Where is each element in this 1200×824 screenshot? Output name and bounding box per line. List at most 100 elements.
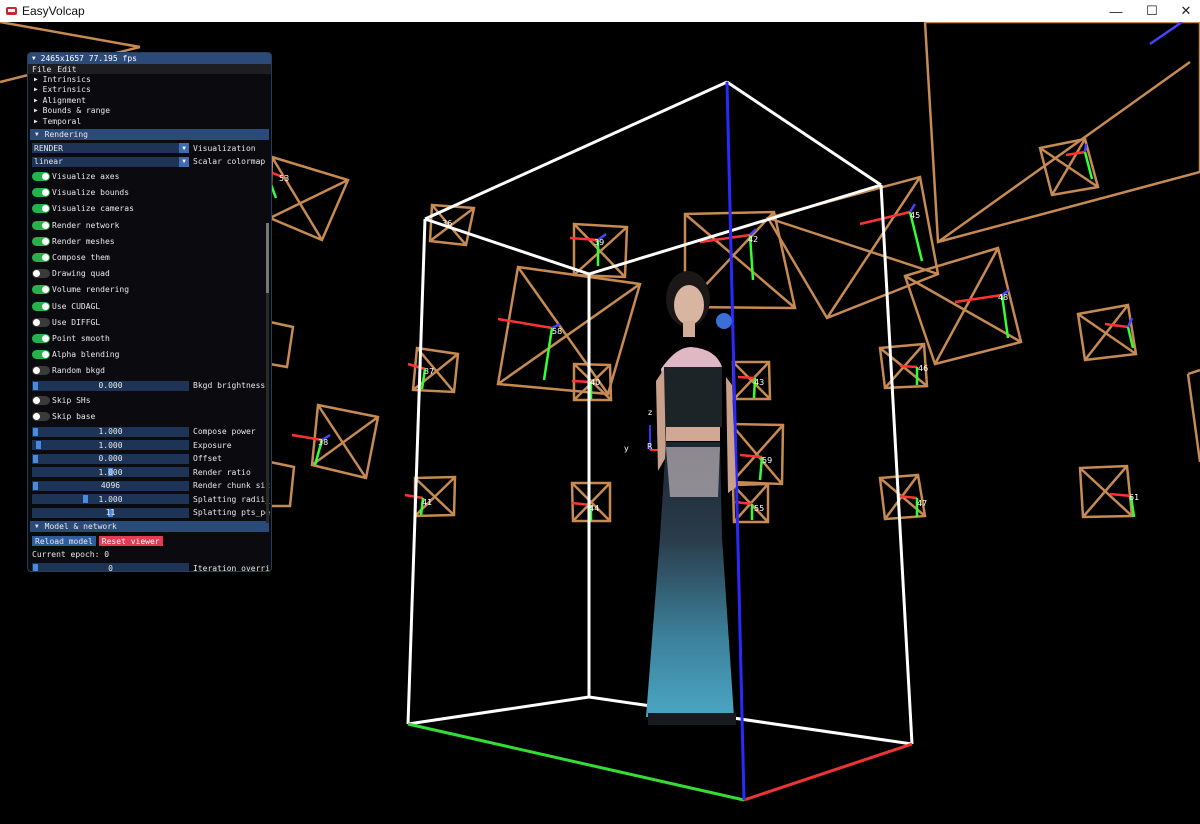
slider-grab[interactable] <box>82 495 88 504</box>
section-rendering[interactable]: ▼ Rendering <box>30 128 269 140</box>
toggle-switch[interactable] <box>32 172 50 182</box>
param-slider[interactable]: 1.000 <box>32 440 189 451</box>
bkgd-brightness-slider[interactable]: 0.000 <box>32 380 189 391</box>
slider-value: 0 <box>108 563 113 572</box>
param-slider[interactable]: 1.000 <box>32 494 189 505</box>
menu-file[interactable]: File <box>32 65 51 74</box>
param-slider[interactable]: 4096 <box>32 480 189 491</box>
rendered-person <box>646 271 736 725</box>
window-title: EasyVolcap <box>22 4 85 18</box>
toggle-row: Volume rendering <box>28 282 271 298</box>
camera-label: 53 <box>279 174 290 183</box>
panel-titlebar[interactable]: ▼ 2465x1657 77.195 fps <box>28 53 271 64</box>
toggle-switch[interactable] <box>32 333 50 343</box>
toggle-switch[interactable] <box>32 366 50 376</box>
slider-grab[interactable] <box>33 454 38 463</box>
toggle-switch[interactable] <box>32 188 50 198</box>
slider-row: 1.000 Compose power <box>28 425 271 439</box>
slider-grab[interactable] <box>33 381 38 390</box>
slider-row: 1.000 Render ratio <box>28 465 271 479</box>
toggle-knob <box>42 173 49 181</box>
toggle-switch[interactable] <box>32 317 50 327</box>
toggle-label: Visualize bounds <box>52 188 130 198</box>
window-titlebar: EasyVolcap — ☐ ✕ <box>0 0 1200 22</box>
toggle-knob <box>33 413 40 421</box>
toggle-switch[interactable] <box>32 412 50 422</box>
app-icon <box>6 7 17 15</box>
toggle-switch[interactable] <box>32 301 50 311</box>
param-slider[interactable]: 1.000 <box>32 467 189 478</box>
tree-item-bounds[interactable]: ▶ Bounds & range <box>28 106 271 117</box>
slider-grab[interactable] <box>36 441 41 450</box>
maximize-button[interactable]: ☐ <box>1134 0 1170 22</box>
slider-grab[interactable] <box>33 427 38 436</box>
visualization-row: RENDER ▼ Visualization <box>28 142 271 156</box>
field-label: Splatting pts_pe <box>193 508 271 518</box>
toggle-knob <box>33 270 40 278</box>
collapse-icon[interactable]: ▼ <box>32 55 36 62</box>
toggle-list: Skip SHs Skip base <box>28 392 271 424</box>
toggle-label: Skip base <box>52 412 96 422</box>
toggle-label: Compose them <box>52 253 110 263</box>
toggle-label: Volume rendering <box>52 285 130 295</box>
control-panel[interactable]: ▼ 2465x1657 77.195 fps File Edit ▶ Intrin… <box>27 52 272 572</box>
menu-edit[interactable]: Edit <box>57 65 76 74</box>
select-value: RENDER <box>34 143 63 153</box>
toggle-switch[interactable] <box>32 285 50 295</box>
param-slider[interactable]: 0.000 <box>32 453 189 464</box>
toggle-label: Random bkgd <box>52 366 105 376</box>
collapse-icon: ▼ <box>35 130 39 138</box>
toggle-switch[interactable] <box>32 236 50 246</box>
slider-row: 4096 Render chunk siz <box>28 479 271 493</box>
visualization-select[interactable]: RENDER ▼ <box>32 143 189 154</box>
tree-item-extrinsics[interactable]: ▶ Extrinsics <box>28 85 271 96</box>
expand-icon: ▶ <box>34 107 38 115</box>
tree-item-temporal[interactable]: ▶ Temporal <box>28 116 271 127</box>
toggle-switch[interactable] <box>32 220 50 230</box>
field-label: Iteration overri <box>193 563 271 572</box>
panel-scrollbar[interactable] <box>266 223 269 523</box>
toggle-row: Alpha blending <box>28 347 271 363</box>
camera-label: 59 <box>762 456 773 465</box>
iteration-slider[interactable]: 0 <box>32 563 189 572</box>
tree-label: Intrinsics <box>42 74 91 84</box>
toggle-switch[interactable] <box>32 350 50 360</box>
toggle-switch[interactable] <box>32 269 50 279</box>
camera-label: 61 <box>1129 493 1140 502</box>
scrollbar-thumb[interactable] <box>266 223 269 293</box>
toggle-row: Use CUDAGL <box>28 298 271 314</box>
section-model-network[interactable]: ▼ Model & network <box>30 521 269 533</box>
camera-label: 39 <box>594 238 605 247</box>
iteration-row: 0 Iteration overri <box>28 561 271 572</box>
toggle-row: Visualize cameras <box>28 201 271 217</box>
toggle-switch[interactable] <box>32 396 50 406</box>
axis-label-z: z <box>648 408 653 417</box>
camera-label: 43 <box>754 378 765 387</box>
slider-grab[interactable] <box>33 481 38 490</box>
slider-value: 0.000 <box>98 381 123 391</box>
close-button[interactable]: ✕ <box>1168 0 1200 22</box>
toggle-switch[interactable] <box>32 253 50 263</box>
colormap-select[interactable]: linear ▼ <box>32 156 189 167</box>
slider-row: 1.000 Exposure <box>28 438 271 452</box>
slider-row: 1.000 Splatting radii_ <box>28 492 271 506</box>
toggle-label: Point smooth <box>52 333 110 343</box>
tree-item-intrinsics[interactable]: ▶ Intrinsics <box>28 74 271 85</box>
slider-grab[interactable] <box>33 564 38 571</box>
minimize-button[interactable]: — <box>1098 0 1134 22</box>
dropdown-arrow-icon[interactable]: ▼ <box>179 156 189 167</box>
axis-label-r: R <box>647 442 653 451</box>
reload-model-button[interactable]: Reload model <box>32 536 96 547</box>
panel-title: 2465x1657 77.195 fps <box>40 54 137 63</box>
param-slider[interactable]: 1.000 <box>32 426 189 437</box>
camera-label: 47 <box>917 499 928 508</box>
tree-item-alignment[interactable]: ▶ Alignment <box>28 95 271 106</box>
toggle-knob <box>33 318 40 326</box>
field-label: Render chunk siz <box>193 481 271 491</box>
slider-value: 1.000 <box>98 494 123 504</box>
dropdown-arrow-icon[interactable]: ▼ <box>179 143 189 154</box>
toggle-label: Skip SHs <box>52 396 91 406</box>
param-slider[interactable]: 11 <box>32 507 189 518</box>
toggle-switch[interactable] <box>32 204 50 214</box>
reset-viewer-button[interactable]: Reset viewer <box>98 536 163 547</box>
